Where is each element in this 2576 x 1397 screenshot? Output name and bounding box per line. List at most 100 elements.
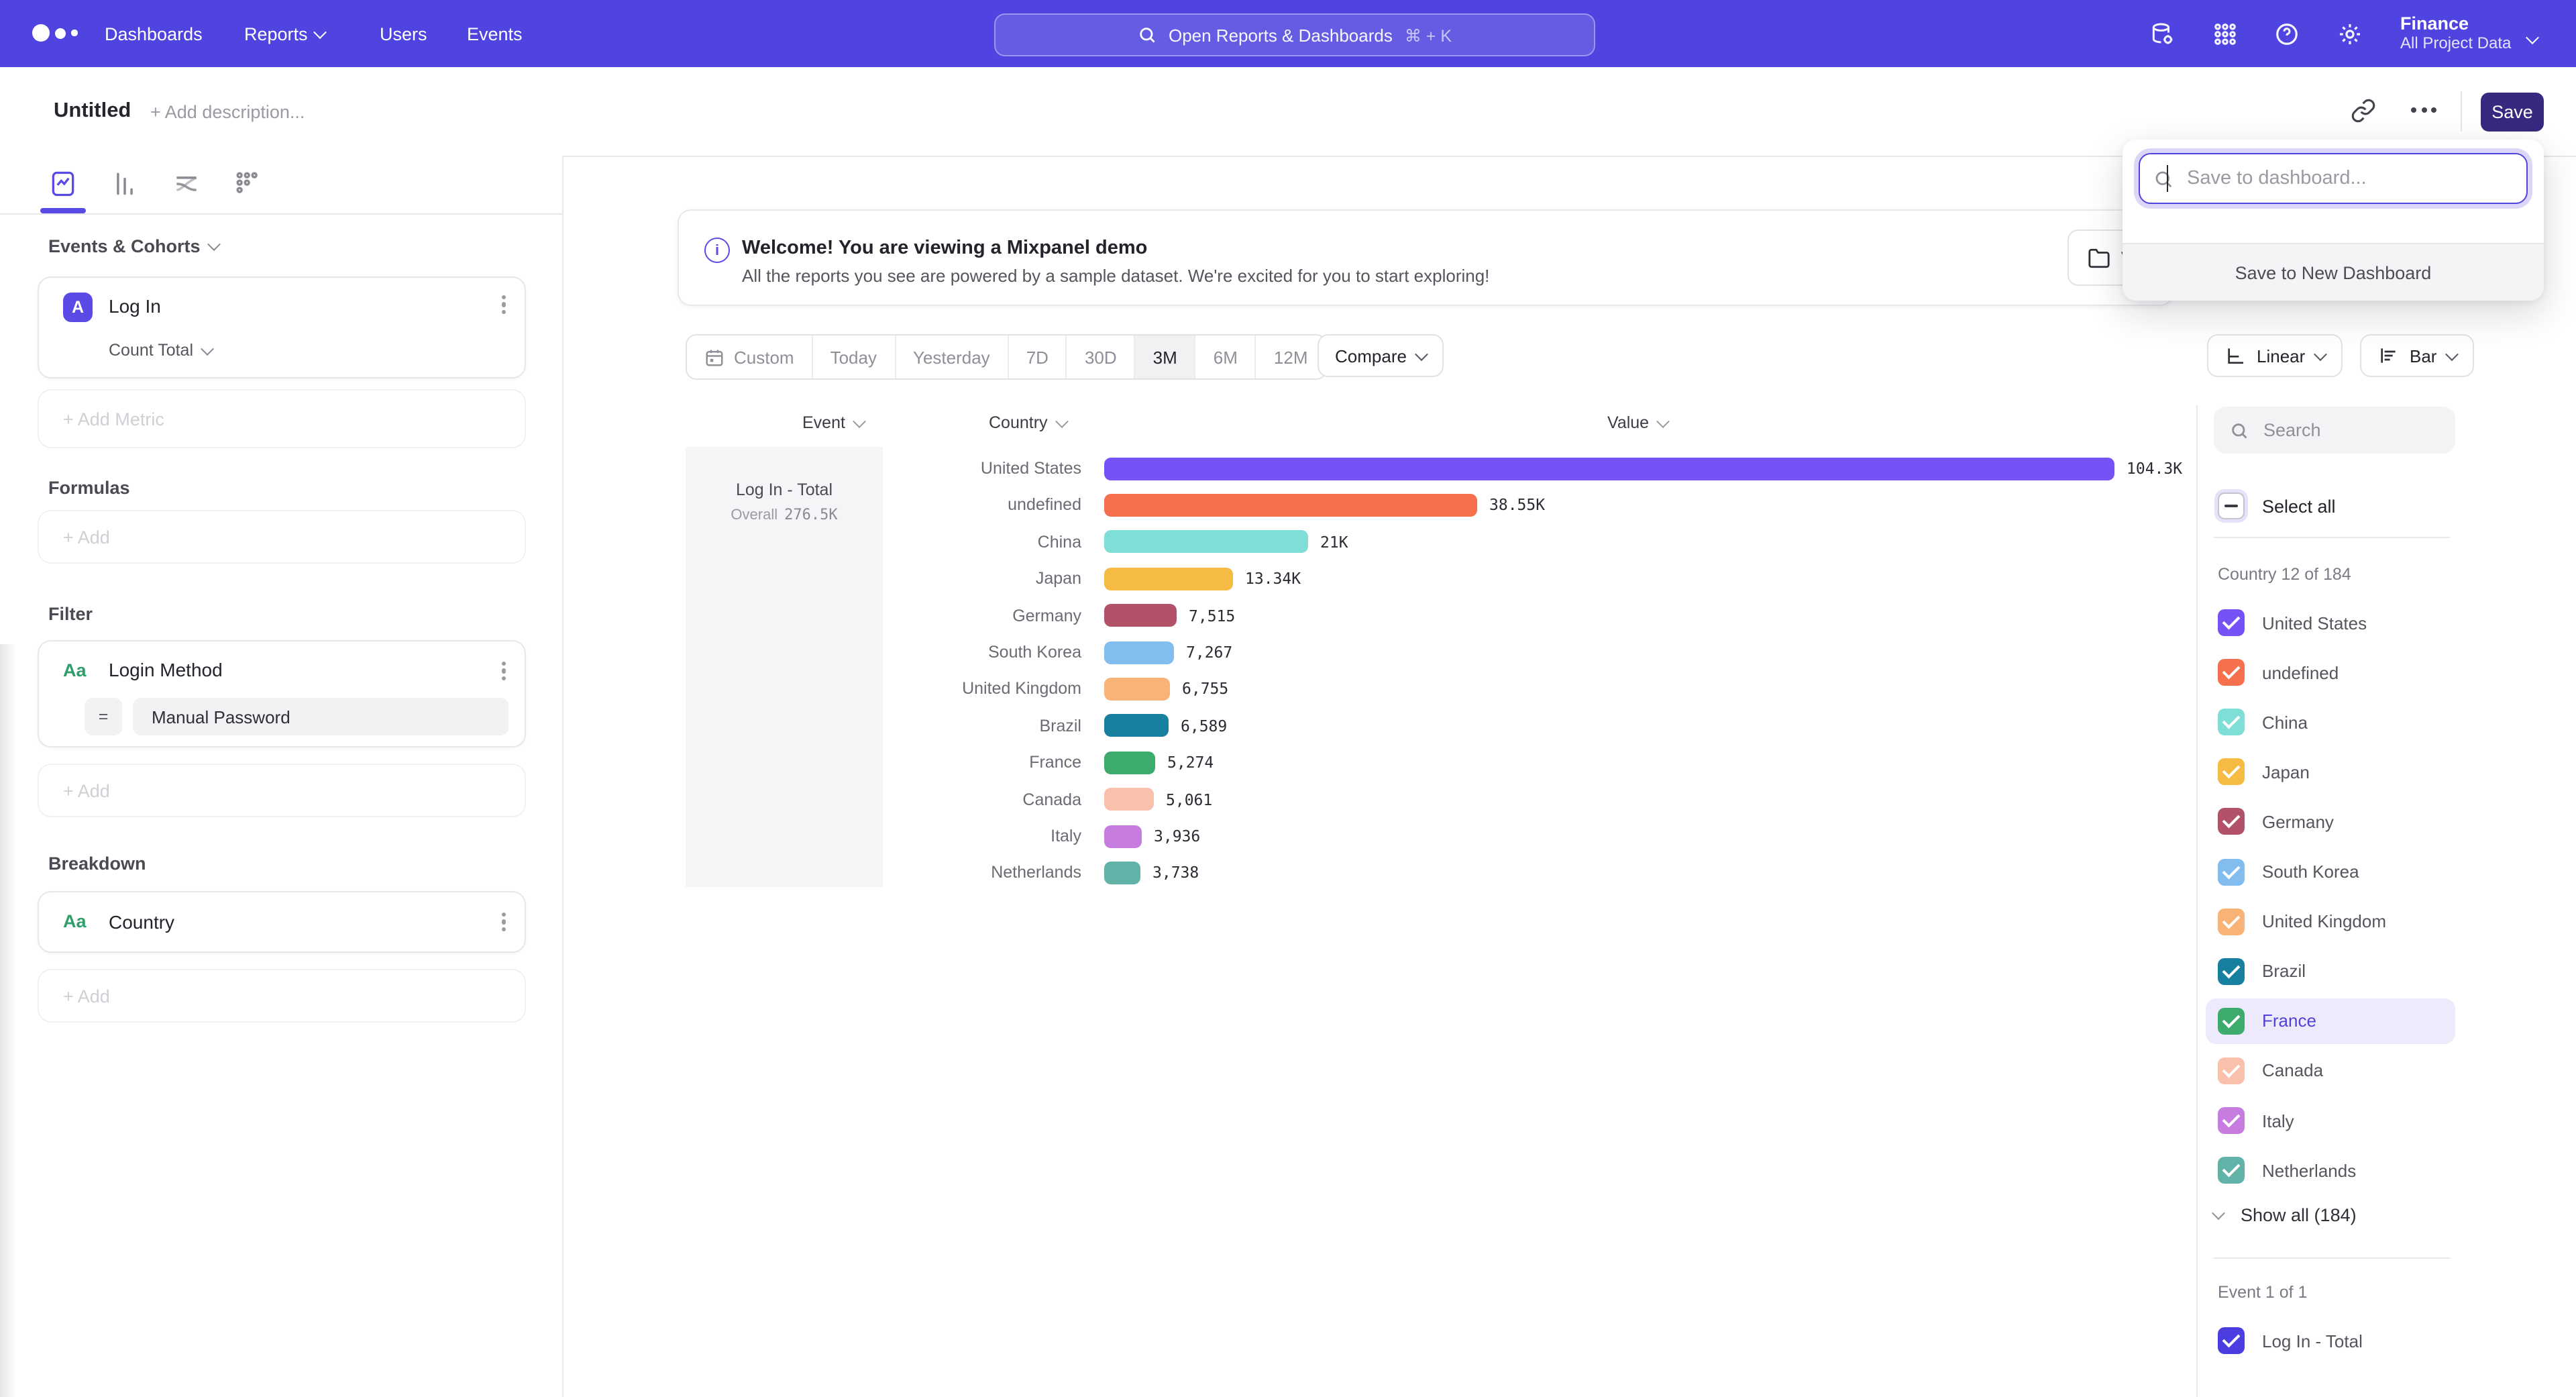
bar[interactable] <box>1104 567 1233 590</box>
bar[interactable] <box>1104 788 1154 811</box>
bar[interactable] <box>1104 825 1142 847</box>
column-header-value[interactable]: Value <box>1607 413 1668 432</box>
project-chevron-down-icon[interactable] <box>2528 27 2537 51</box>
range-7d[interactable]: 7D <box>1008 335 1066 378</box>
add-metric-button[interactable]: + Add Metric <box>38 389 526 448</box>
country-filter-item[interactable]: United States <box>2206 600 2455 645</box>
country-filter-item[interactable]: Canada <box>2206 1048 2455 1094</box>
country-filter-item[interactable]: United Kingdom <box>2206 898 2455 944</box>
country-checkbox[interactable] <box>2218 858 2245 885</box>
breakdown-property-name[interactable]: Country <box>109 911 174 933</box>
country-checkbox[interactable] <box>2218 1057 2245 1084</box>
column-header-event[interactable]: Event <box>802 413 864 432</box>
filter-menu-icon[interactable] <box>502 658 506 684</box>
range-custom[interactable]: Custom <box>687 335 812 378</box>
add-filter-button[interactable]: + Add <box>38 764 526 817</box>
country-filter-item[interactable]: South Korea <box>2206 849 2455 894</box>
bar[interactable] <box>1104 531 1308 554</box>
tab-flows-icon[interactable] <box>172 169 204 201</box>
country-checkbox[interactable] <box>2218 1008 2245 1035</box>
country-checkbox[interactable] <box>2218 709 2245 735</box>
bar[interactable] <box>1104 715 1169 737</box>
compare-button[interactable]: Compare <box>1318 334 1444 377</box>
metric-card[interactable]: A Log In Count Total <box>38 276 526 378</box>
bar[interactable] <box>1104 678 1170 701</box>
country-filter-item[interactable]: Germany <box>2206 799 2455 845</box>
save-to-new-dashboard-button[interactable]: Save to New Dashboard <box>2123 243 2544 301</box>
segment-search-input[interactable] <box>2261 419 2427 442</box>
breakdown-menu-icon[interactable] <box>502 909 506 935</box>
country-checkbox[interactable] <box>2218 759 2245 786</box>
tab-funnels-icon[interactable] <box>110 169 142 201</box>
filter-operator[interactable]: = <box>85 698 122 735</box>
range-3m-active[interactable]: 3M <box>1134 335 1195 378</box>
chart-type-dropdown[interactable]: Bar <box>2360 334 2474 377</box>
filter-property-name[interactable]: Login Method <box>109 659 223 680</box>
event-series-cell[interactable]: Log In - Total Overall276.5K <box>686 447 883 887</box>
country-checkbox[interactable] <box>2218 659 2245 686</box>
country-filter-item[interactable]: Italy <box>2206 1098 2455 1143</box>
dashboard-search-input[interactable] <box>2184 166 2513 191</box>
tab-retention-icon[interactable] <box>233 169 266 201</box>
mixpanel-logo-icon[interactable] <box>32 24 77 42</box>
events-cohorts-header[interactable]: Events & Cohorts <box>48 236 219 256</box>
bar[interactable] <box>1104 641 1174 664</box>
country-filter-item[interactable]: France <box>2206 998 2455 1044</box>
country-checkbox[interactable] <box>2218 809 2245 835</box>
range-today[interactable]: Today <box>812 335 894 378</box>
segment-search[interactable] <box>2214 407 2455 454</box>
country-checkbox[interactable] <box>2218 908 2245 935</box>
data-management-icon[interactable] <box>2149 21 2175 47</box>
country-filter-item[interactable]: Netherlands <box>2206 1147 2455 1193</box>
add-formula-button[interactable]: + Add <box>38 510 526 564</box>
country-checkbox[interactable] <box>2218 1157 2245 1184</box>
apps-grid-icon[interactable] <box>2212 21 2238 47</box>
country-filter-item[interactable]: Japan <box>2206 749 2455 795</box>
filter-card[interactable]: Aa Login Method = Manual Password <box>38 640 526 747</box>
more-options-icon[interactable] <box>2411 107 2436 113</box>
add-breakdown-button[interactable]: + Add <box>38 969 526 1023</box>
nav-dashboards[interactable]: Dashboards <box>105 24 203 44</box>
range-12m[interactable]: 12M <box>1255 335 1326 378</box>
help-icon[interactable] <box>2274 21 2300 47</box>
country-checkbox[interactable] <box>2218 609 2245 636</box>
event-legend-item[interactable]: Log In - Total <box>2206 1318 2455 1363</box>
bar[interactable] <box>1104 604 1177 627</box>
bar[interactable] <box>1104 494 1477 517</box>
page-title[interactable]: Untitled <box>54 99 131 123</box>
metric-menu-icon[interactable] <box>502 291 506 318</box>
copy-link-icon[interactable] <box>2351 98 2376 123</box>
country-filter-item[interactable]: Brazil <box>2206 948 2455 994</box>
select-all-label[interactable]: Select all <box>2262 497 2336 517</box>
metric-name[interactable]: Log In <box>109 295 161 317</box>
settings-gear-icon[interactable] <box>2337 21 2363 47</box>
metric-aggregation[interactable]: Count Total <box>109 341 212 360</box>
breakdown-card[interactable]: Aa Country <box>38 891 526 953</box>
nav-users[interactable]: Users <box>380 24 427 44</box>
column-header-country[interactable]: Country <box>989 413 1067 432</box>
bar[interactable] <box>1104 862 1140 884</box>
nav-reports[interactable]: Reports <box>244 24 325 44</box>
nav-events[interactable]: Events <box>467 24 523 44</box>
dashboard-search-field[interactable] <box>2139 153 2528 204</box>
scale-dropdown[interactable]: Linear <box>2207 334 2343 377</box>
bar[interactable] <box>1104 457 2114 480</box>
formulas-header: Formulas <box>48 478 130 498</box>
event-checkbox[interactable] <box>2218 1327 2245 1354</box>
range-6m[interactable]: 6M <box>1195 335 1255 378</box>
country-checkbox[interactable] <box>2218 1107 2245 1134</box>
tab-insights-icon[interactable] <box>48 169 80 201</box>
add-description[interactable]: + Add description... <box>150 102 305 122</box>
bar[interactable] <box>1104 751 1155 774</box>
range-30d[interactable]: 30D <box>1066 335 1134 378</box>
filter-value[interactable]: Manual Password <box>133 698 508 735</box>
global-search-button[interactable]: Open Reports & Dashboards ⌘ + K <box>994 13 1595 56</box>
show-all-toggle[interactable]: Show all (184) <box>2214 1205 2357 1225</box>
range-yesterday[interactable]: Yesterday <box>894 335 1008 378</box>
country-filter-item[interactable]: undefined <box>2206 650 2455 695</box>
country-filter-item[interactable]: China <box>2206 699 2455 745</box>
country-checkbox[interactable] <box>2218 958 2245 984</box>
project-switcher[interactable]: Finance All Project Data <box>2400 13 2511 52</box>
save-button[interactable]: Save <box>2481 93 2544 132</box>
select-all-checkbox[interactable] <box>2218 493 2245 519</box>
